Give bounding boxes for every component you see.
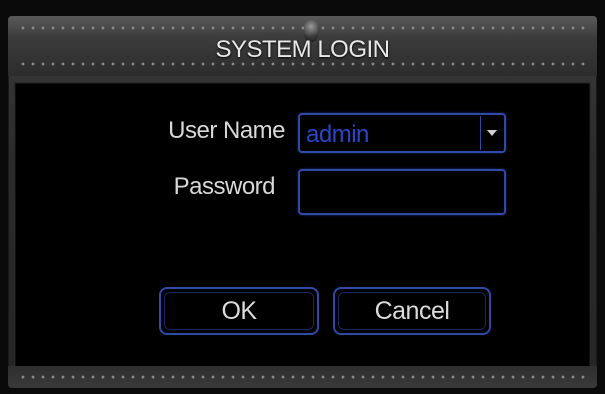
ok-button-label: OK (221, 297, 257, 325)
bottom-dots (18, 375, 587, 379)
login-form-panel: User Name admin Password OK Cancel (14, 82, 591, 384)
ok-button[interactable]: OK (159, 287, 319, 335)
dialog-titlebar[interactable]: SYSTEM LOGIN (8, 16, 597, 76)
dialog-title: SYSTEM LOGIN (215, 36, 390, 63)
username-dropdown-button[interactable] (480, 116, 503, 150)
login-dialog: SYSTEM LOGIN User Name admin Password OK… (8, 16, 597, 388)
dialog-bottom-strip (8, 366, 597, 388)
screen: SYSTEM LOGIN User Name admin Password OK… (0, 0, 605, 394)
password-field[interactable] (298, 169, 506, 215)
cancel-button-label: Cancel (374, 297, 450, 325)
cancel-button[interactable]: Cancel (333, 287, 491, 335)
username-value: admin (306, 121, 369, 148)
titlebar-dots-top (18, 26, 587, 30)
username-select[interactable]: admin (298, 113, 506, 153)
username-label: User Name (168, 117, 285, 144)
password-label: Password (173, 173, 276, 200)
chevron-down-icon (487, 130, 497, 136)
